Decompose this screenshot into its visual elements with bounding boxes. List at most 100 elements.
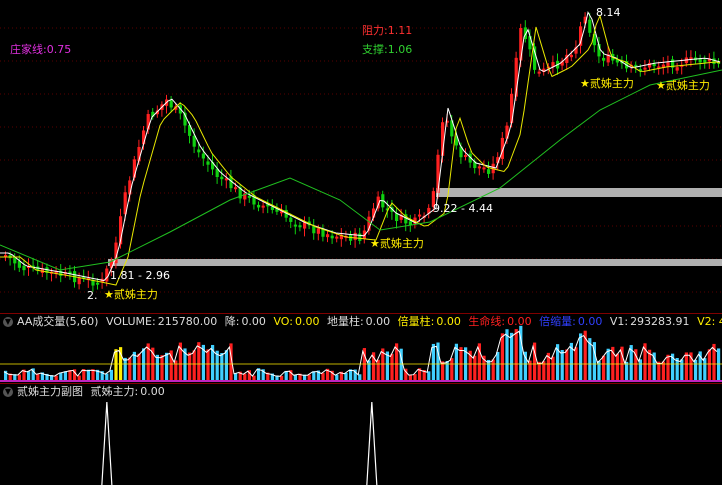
volume-bar — [243, 373, 247, 380]
volume-bar — [114, 349, 118, 380]
volume-bar — [514, 329, 518, 380]
signal-marker-3: ★贰姊主力 — [580, 77, 634, 90]
candle-body — [602, 57, 606, 61]
volume-bar — [500, 333, 504, 380]
volume-bar — [579, 333, 583, 380]
level-range-label-upper: 9.22 - 4.44 — [433, 202, 493, 215]
signal-spike — [101, 401, 113, 485]
candle-body — [206, 161, 210, 165]
high-price-marker: 8.14 — [596, 6, 621, 19]
candle-body — [712, 58, 716, 64]
signal-marker-1: ★贰姊主力 — [104, 288, 158, 301]
candle-body — [358, 233, 362, 241]
candle-body — [192, 135, 196, 147]
support-band — [108, 259, 722, 266]
level-range-label-lower: 1.81 - 2.96 — [110, 269, 170, 282]
volume-bar — [390, 353, 394, 380]
signal-spike — [366, 401, 378, 485]
candle-body — [330, 235, 334, 239]
candle-body — [293, 224, 297, 227]
volume-bar — [413, 374, 417, 380]
volume-bar — [109, 369, 113, 380]
volume-bar — [86, 369, 90, 380]
candle-body — [197, 149, 201, 153]
main-chart-panel[interactable]: 庄家线:0.75 阻力:1.11 支撑:1.06 8.14 1.81 - 2.9… — [0, 0, 722, 312]
candle-body — [487, 169, 491, 174]
volume-bar — [680, 359, 684, 380]
candle-body — [326, 234, 330, 238]
volume-bar — [128, 357, 132, 380]
candle-body — [675, 67, 679, 71]
candle-body — [303, 222, 307, 229]
candle-body — [643, 67, 647, 70]
candle-body — [652, 63, 656, 67]
volume-bar — [528, 360, 532, 380]
candle-body — [261, 205, 265, 208]
candle-body — [537, 71, 541, 74]
volume-bar — [321, 372, 325, 380]
volume-bar — [367, 360, 371, 380]
volume-bar — [188, 352, 192, 380]
candle-body — [482, 167, 486, 170]
candle-body — [335, 236, 339, 239]
volume-bar — [657, 361, 661, 380]
volume-bar — [431, 343, 435, 380]
candle-body — [395, 213, 399, 221]
volume-bar — [684, 352, 688, 380]
signal-label: 贰姊主力 — [113, 288, 158, 301]
zhuangjia-line-label: 庄家线:0.75 — [10, 43, 72, 56]
sub-indicator-panel[interactable]: ▼ 贰姊主力副图 贰姊主力: 0.00 — [0, 383, 722, 485]
volume-ma-line — [3, 330, 718, 377]
volume-bar — [68, 370, 72, 380]
candle-body — [22, 265, 26, 271]
ma-mid-line — [0, 14, 721, 286]
candle-body — [96, 282, 100, 285]
volume-bar — [707, 349, 711, 380]
volume-bar — [160, 355, 164, 380]
volume-bar — [206, 349, 210, 380]
volume-bar — [344, 372, 348, 380]
candle-body — [298, 225, 302, 228]
volume-bar — [155, 354, 159, 380]
signal-label: 贰姊主力 — [379, 237, 424, 250]
candle-body — [257, 204, 261, 208]
candle-body — [247, 195, 251, 198]
volume-bar — [376, 359, 380, 380]
candlestick-chart[interactable] — [0, 0, 722, 312]
volume-bar — [537, 361, 541, 380]
volume-bar — [224, 350, 228, 380]
volume-panel[interactable]: ▼ AA成交量(5,60) VOLUME: 215780.00 降: 0.00 VO:… — [0, 313, 722, 384]
signal-marker-2: ★贰姊主力 — [370, 237, 424, 250]
candle-body — [418, 214, 422, 217]
support-label: 支撑:1.06 — [362, 43, 413, 56]
candle-body — [13, 257, 17, 264]
candle-body — [464, 155, 468, 158]
candle-body — [201, 153, 205, 159]
candle-body — [519, 28, 523, 61]
volume-bar — [459, 347, 463, 380]
volume-bar — [615, 353, 619, 380]
volume-bar — [137, 353, 141, 380]
candle-body — [289, 217, 293, 222]
candle-body — [533, 46, 537, 70]
volume-bar — [560, 349, 564, 380]
volume-bar — [63, 371, 67, 380]
candle-body — [169, 100, 173, 108]
volume-bar — [427, 371, 431, 380]
candle-body — [666, 62, 670, 67]
candle-body — [220, 176, 224, 180]
candle-body — [477, 166, 481, 169]
volume-bar — [192, 350, 196, 380]
candle-body — [703, 59, 707, 63]
volume-bar — [220, 353, 224, 380]
candle-body — [569, 54, 573, 58]
volume-bar — [565, 349, 569, 380]
volume-bar — [666, 354, 670, 380]
signal-label: 贰姊主力 — [589, 77, 634, 90]
volume-bar — [703, 358, 707, 380]
volume-bar — [496, 351, 500, 380]
signal-spike-chart — [101, 401, 378, 485]
candle-body — [316, 228, 320, 234]
low-price-marker: 2. — [87, 289, 98, 302]
stock-chart-window: 庄家线:0.75 阻力:1.11 支撑:1.06 8.14 1.81 - 2.9… — [0, 0, 722, 485]
